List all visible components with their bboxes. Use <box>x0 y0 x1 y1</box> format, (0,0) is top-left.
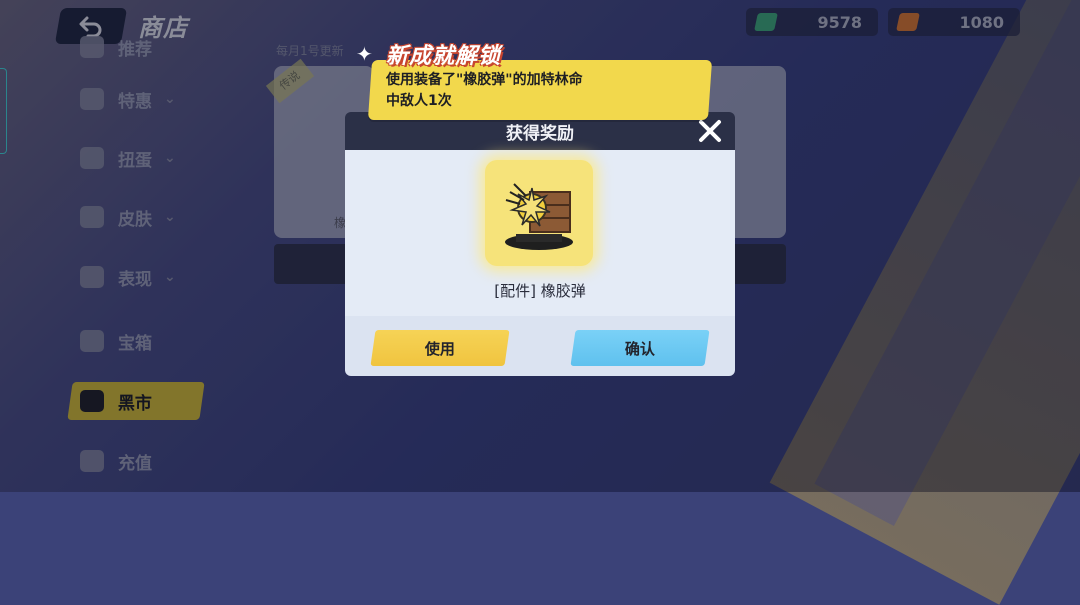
reward-dialog: [配件] 橡胶弹 使用 确认 <box>345 150 735 376</box>
reward-item-name: [配件] 橡胶弹 <box>494 282 586 300</box>
reward-item-frame[interactable] <box>485 160 593 266</box>
rubber-bullet-icon <box>505 183 573 250</box>
dialog-title: 获得奖励 <box>506 124 574 144</box>
use-button-label: 使用 <box>424 339 455 358</box>
achievement-description-line: 使用装备了"橡胶弹"的加特林命 <box>386 72 583 88</box>
confirm-button-label: 确认 <box>624 339 655 358</box>
close-icon[interactable] <box>695 116 725 146</box>
achievement-description-line: 中敌人1次 <box>386 93 452 109</box>
achievement-description: 使用装备了"橡胶弹"的加特林命 中敌人1次 <box>386 70 706 112</box>
confirm-button[interactable]: 确认 <box>570 330 710 366</box>
sparkle-icon: ✦ <box>356 42 373 66</box>
use-button[interactable]: 使用 <box>370 330 510 366</box>
achievement-title: 新成就解锁 <box>386 44 502 69</box>
